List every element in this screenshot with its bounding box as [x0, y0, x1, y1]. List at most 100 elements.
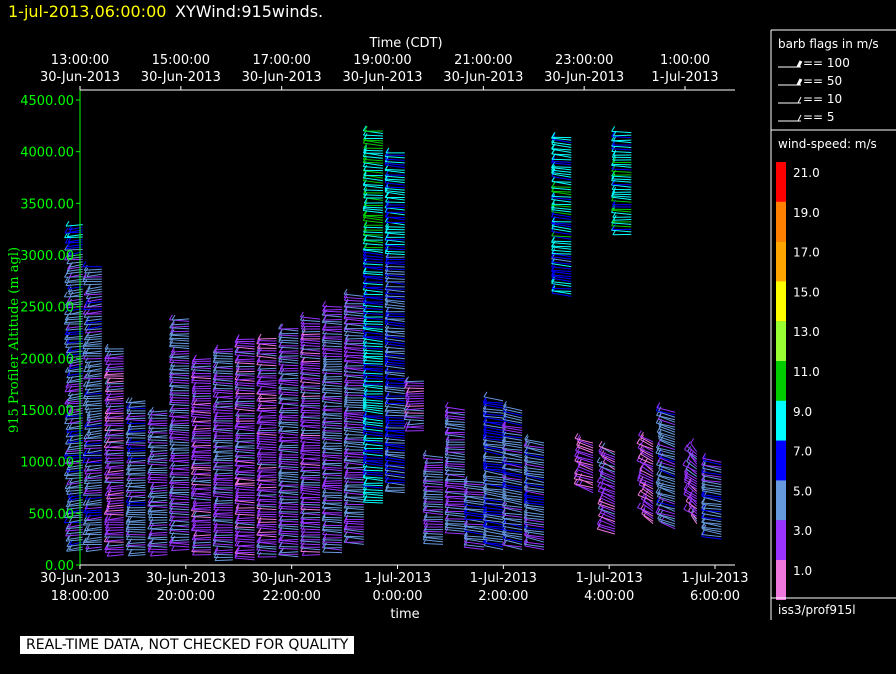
wind-barb: [150, 430, 168, 433]
wind-barb: [613, 134, 632, 137]
wind-barb: [213, 491, 233, 494]
barb-flag: [105, 359, 110, 365]
wind-barb: [105, 390, 124, 392]
wind-barb: [300, 416, 321, 419]
barb-profile: [596, 440, 616, 535]
wind-barb: [67, 536, 83, 540]
wind-barb: [300, 487, 321, 491]
wind-barb: [104, 541, 124, 543]
wind-barb: [128, 519, 146, 522]
wind-barb: [83, 305, 102, 308]
barb-profile: [278, 323, 299, 558]
wind-barb: [300, 463, 321, 466]
barb-flag: [686, 441, 691, 447]
wind-barb: [127, 472, 146, 475]
wind-barb: [234, 404, 255, 407]
wind-barb: [363, 323, 383, 325]
wind-barb: [84, 491, 102, 495]
wind-barb: [256, 545, 277, 548]
wind-barb: [258, 538, 277, 541]
wind-barb: [423, 523, 443, 525]
barb-flag: [192, 549, 196, 556]
wind-barb: [278, 512, 299, 516]
wind-barb: [302, 333, 321, 336]
wind-barb: [85, 402, 102, 406]
wind-barb: [300, 436, 321, 439]
wind-barb: [171, 447, 190, 450]
wind-barb: [551, 252, 572, 255]
wind-barb: [322, 452, 343, 454]
color-scale-swatch: [776, 480, 786, 521]
wind-barb: [344, 429, 364, 434]
wind-barb: [169, 495, 190, 498]
wind-barb: [256, 364, 277, 367]
wind-barb: [385, 178, 405, 181]
wind-barb: [322, 442, 343, 444]
wind-barb: [613, 218, 632, 221]
wind-barb: [215, 395, 233, 398]
barb-profile: [655, 402, 676, 530]
wind-barb: [363, 165, 383, 169]
barb-profile: [636, 430, 654, 525]
wind-barb: [191, 466, 212, 469]
bottom-tick-time: 18:00:00: [51, 589, 109, 604]
barb-flag: [690, 438, 695, 444]
wind-barb: [213, 515, 233, 519]
top-tick-date: 1-Jul-2013: [651, 70, 718, 85]
wind-barb: [345, 541, 364, 543]
wind-barb: [127, 464, 146, 467]
wind-barb: [385, 186, 405, 189]
wind-barb: [278, 339, 299, 342]
wind-barb: [129, 400, 146, 404]
wind-barb: [483, 435, 504, 439]
barb-flag: [63, 291, 68, 298]
wind-barb: [107, 415, 124, 419]
barb-flag: [551, 181, 556, 188]
wind-barb: [256, 385, 277, 389]
wind-barb: [363, 248, 383, 251]
wind-barb: [611, 136, 632, 139]
wind-barb: [300, 364, 321, 367]
wind-barb: [107, 365, 124, 369]
top-tick-time: 1:00:00: [660, 53, 710, 68]
wind-barb: [322, 352, 343, 355]
wind-barb: [322, 414, 343, 417]
wind-barb: [213, 370, 233, 372]
wind-barb: [83, 511, 102, 514]
wind-barb: [150, 457, 168, 461]
wind-barb: [107, 410, 124, 414]
wind-barb: [598, 490, 616, 498]
wind-barb: [86, 340, 102, 344]
wind-barb: [212, 495, 233, 499]
wind-barb: [385, 327, 405, 330]
wind-barb: [128, 405, 146, 408]
wind-barb: [106, 397, 124, 401]
barb-flag: [684, 444, 688, 450]
wind-barb: [258, 414, 277, 417]
wind-barb: [169, 444, 190, 446]
wind-barb: [147, 459, 168, 461]
wind-barb: [344, 439, 364, 441]
wind-barb: [128, 541, 146, 545]
wind-barb: [385, 338, 405, 342]
wind-barb: [234, 374, 255, 377]
wind-barb: [191, 529, 212, 533]
wind-barb: [214, 427, 233, 430]
wind-barb: [483, 475, 504, 479]
wind-barb: [323, 309, 343, 311]
wind-barb: [344, 404, 364, 406]
wind-barb: [214, 348, 233, 351]
wind-barb: [423, 530, 443, 533]
wind-barb: [258, 429, 277, 432]
wind-barb: [169, 359, 190, 362]
wind-barb: [169, 428, 190, 431]
wind-barb: [193, 492, 212, 495]
y-tick-label: 4500.00: [20, 94, 74, 109]
barb-flag: [235, 472, 240, 479]
wind-barb: [405, 400, 424, 403]
wind-barb: [105, 370, 124, 373]
wind-barb: [149, 420, 168, 422]
wind-barb: [404, 418, 424, 422]
wind-barb: [147, 439, 168, 442]
wind-barb: [107, 469, 124, 473]
